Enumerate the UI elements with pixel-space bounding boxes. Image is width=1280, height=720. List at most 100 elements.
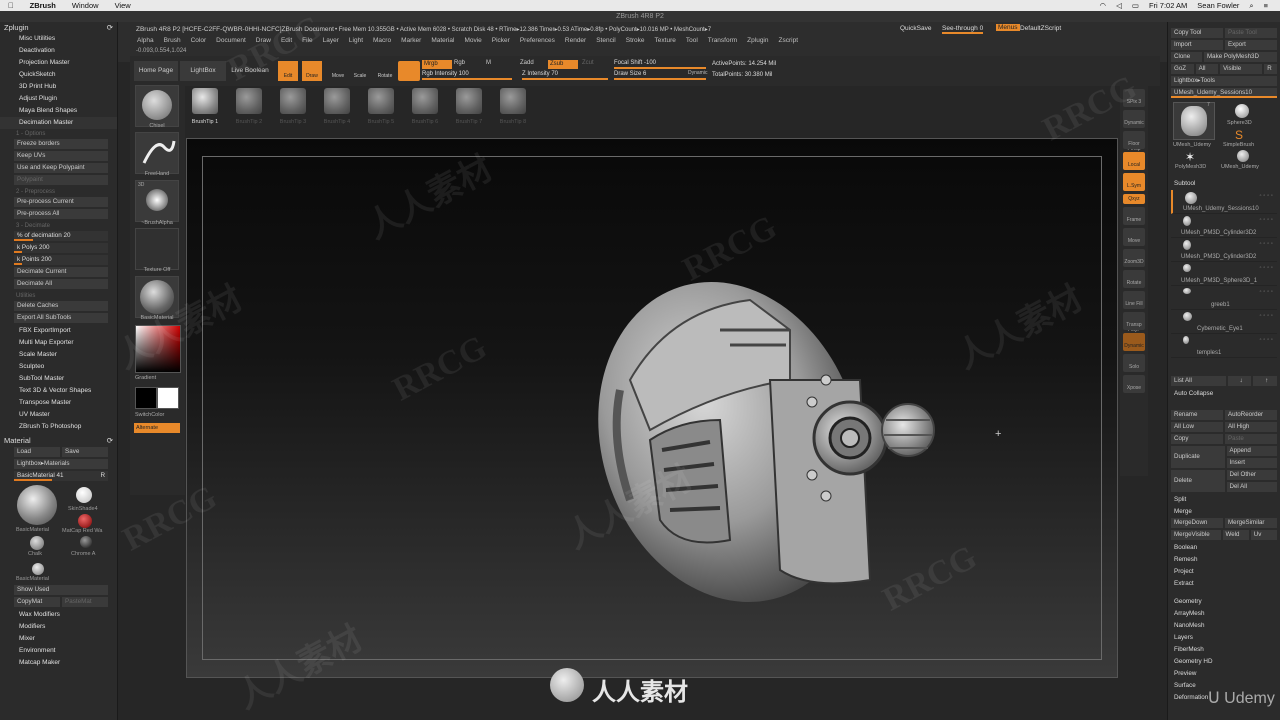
basic-material-small[interactable] — [32, 563, 44, 575]
home-page-button[interactable]: Home Page — [134, 61, 178, 81]
plugin-sculpteo[interactable]: Sculpteo — [0, 361, 117, 373]
plugin-multimap[interactable]: Multi Map Exporter — [0, 337, 117, 349]
preprocess-all-button[interactable]: Pre-process All — [14, 209, 108, 219]
plugin-projection-master[interactable]: Projection Master — [0, 57, 117, 69]
paste-subtool-button[interactable]: Paste — [1225, 434, 1277, 444]
lightbox-button[interactable]: LightBox — [180, 61, 226, 81]
plugin-text3d[interactable]: Text 3D & Vector Shapes — [0, 385, 117, 397]
polypaint-button[interactable]: Polypaint — [14, 175, 108, 185]
zcut-button[interactable]: Zcut — [582, 60, 594, 66]
menu-material[interactable]: Material — [426, 37, 459, 44]
volume-icon[interactable]: ◁ — [1116, 1, 1122, 10]
seethrough-slider[interactable]: See-through 0 — [942, 25, 984, 34]
decimate-all-button[interactable]: Decimate All — [14, 279, 108, 289]
copy-subtool-button[interactable]: Copy — [1171, 434, 1223, 444]
rgb-button[interactable]: Rgb — [454, 60, 465, 66]
material-header[interactable]: Material ⟳ — [0, 435, 117, 446]
plugin-transpose-master[interactable]: Transpose Master — [0, 397, 117, 409]
kpolys-slider[interactable]: k Polys 200 — [14, 243, 108, 253]
rename-button[interactable]: Rename — [1171, 410, 1223, 420]
brushtip-4[interactable] — [324, 88, 350, 114]
del-all-button[interactable]: Del All — [1226, 482, 1277, 492]
transp-button[interactable]: Transp — [1123, 312, 1145, 330]
decimate-current-button[interactable]: Decimate Current — [14, 267, 108, 277]
autoreorder-button[interactable]: AutoReorder — [1225, 410, 1277, 420]
tool-sphere3d[interactable] — [1235, 104, 1249, 118]
export-button[interactable]: Export — [1225, 40, 1277, 50]
rotate-button[interactable]: Rotate — [374, 61, 396, 81]
all-high-button[interactable]: All High — [1225, 422, 1277, 432]
battery-icon[interactable]: ▭ — [1132, 1, 1139, 10]
tool-umesh-small[interactable] — [1237, 150, 1249, 162]
rgb-intensity-slider[interactable]: Rgb Intensity 100 — [422, 71, 512, 80]
frame-button[interactable]: Frame — [1123, 207, 1145, 225]
secondary-color-swatch[interactable] — [135, 387, 157, 409]
del-other-button[interactable]: Del Other — [1226, 470, 1277, 480]
menu-zplugin[interactable]: Zplugin — [742, 37, 773, 44]
all-low-button[interactable]: All Low — [1171, 422, 1223, 432]
plugin-adjust[interactable]: Adjust Plugin — [0, 93, 117, 105]
mergedown-button[interactable]: MergeDown — [1171, 518, 1223, 528]
move-view-button[interactable]: Move — [1123, 228, 1145, 246]
modifiers[interactable]: Modifiers — [0, 621, 117, 633]
lsym-button[interactable]: L.Sym — [1123, 173, 1145, 191]
os-clock[interactable]: Fri 7:02 AM — [1149, 1, 1187, 10]
keep-uvs-button[interactable]: Keep UVs — [14, 151, 108, 161]
subtool-row[interactable]: ◦ ◦ ◦ ◦ Cybernetic_Eye1 — [1171, 310, 1277, 334]
focal-shift-slider[interactable]: Focal Shift -100 — [614, 60, 706, 69]
material-save-button[interactable]: Save — [62, 447, 108, 457]
basic-material-sphere[interactable] — [17, 485, 57, 525]
list-icon[interactable]: ≡ — [1264, 1, 1268, 10]
subtool-row[interactable]: ◦ ◦ ◦ ◦ UMesh_PM3D_Cylinder3D2 — [1171, 238, 1277, 262]
menu-alpha[interactable]: Alpha — [132, 37, 159, 44]
qxyz-button[interactable]: Qxyz — [1123, 194, 1145, 204]
export-subtools-button[interactable]: Export All SubTools — [14, 313, 108, 323]
plugin-3d-print-hub[interactable]: 3D Print Hub — [0, 81, 117, 93]
material-lightbox-button[interactable]: Lightbox▸Materials — [14, 459, 108, 469]
os-menu-view[interactable]: View — [107, 1, 139, 10]
geometry-section[interactable]: Geometry — [1168, 596, 1280, 608]
texture-thumb[interactable] — [135, 228, 179, 270]
menu-tool[interactable]: Tool — [681, 37, 703, 44]
draw-button[interactable]: Draw — [302, 61, 322, 81]
apple-icon[interactable]:  — [0, 1, 22, 10]
plugin-scale-master[interactable]: Scale Master — [0, 349, 117, 361]
delete-caches-button[interactable]: Delete Caches — [14, 301, 108, 311]
subtool-row[interactable]: ◦ ◦ ◦ ◦ UMesh_Udemy_Sessions10 — [1171, 190, 1277, 214]
scale-button[interactable]: Scale — [350, 61, 370, 81]
goz-button[interactable]: GoZ — [1171, 64, 1194, 74]
polymesh-star-icon[interactable]: ✶ — [1185, 150, 1195, 164]
plugin-fbx[interactable]: FBX ExportImport — [0, 325, 117, 337]
goz-visible-button[interactable]: Visible — [1220, 64, 1263, 74]
m-button[interactable]: M — [486, 60, 491, 66]
skinshade-sphere[interactable] — [76, 487, 92, 503]
menu-zscript[interactable]: Zscript — [774, 37, 804, 44]
brushtip-6[interactable] — [412, 88, 438, 114]
matcap-red-sphere[interactable] — [78, 514, 92, 528]
append-button[interactable]: Append — [1226, 446, 1277, 456]
plugin-decimation-master[interactable]: Decimation Master — [0, 117, 117, 129]
show-used-button[interactable]: Show Used — [14, 585, 108, 595]
wifi-icon[interactable]: ◠ — [1100, 1, 1107, 10]
solo-button[interactable]: Solo — [1123, 354, 1145, 372]
matcap-maker[interactable]: Matcap Maker — [0, 657, 117, 669]
search-icon[interactable]: ⌕ — [1249, 1, 1253, 11]
remesh-section[interactable]: Remesh — [1168, 554, 1280, 566]
plugin-maya-blend[interactable]: Maya Blend Shapes — [0, 105, 117, 117]
dynamic-button[interactable]: Dynamic — [688, 70, 707, 76]
nanomesh-section[interactable]: NanoMesh — [1168, 620, 1280, 632]
geometry-hd-section[interactable]: Geometry HD — [1168, 656, 1280, 668]
duplicate-button[interactable]: Duplicate — [1171, 446, 1225, 468]
current-tool-slider[interactable]: UMesh_Udemy_Sessions10 — [1171, 88, 1277, 98]
persp-button[interactable]: Dynamic Persp — [1123, 110, 1145, 152]
layers-section[interactable]: Layers — [1168, 632, 1280, 644]
helmet-model[interactable] — [590, 270, 950, 615]
merge-section[interactable]: Merge — [1168, 506, 1280, 518]
brushtip-3[interactable] — [280, 88, 306, 114]
chrome-sphere[interactable] — [80, 536, 92, 548]
floor-button[interactable]: Floor — [1123, 131, 1145, 149]
mixer[interactable]: Mixer — [0, 633, 117, 645]
alternate-button[interactable]: Alternate — [134, 423, 180, 433]
menus-button[interactable]: Menus — [996, 24, 1020, 31]
subtool-row[interactable]: ◦ ◦ ◦ ◦ UMesh_PM3D_Cylinder3D2 — [1171, 214, 1277, 238]
